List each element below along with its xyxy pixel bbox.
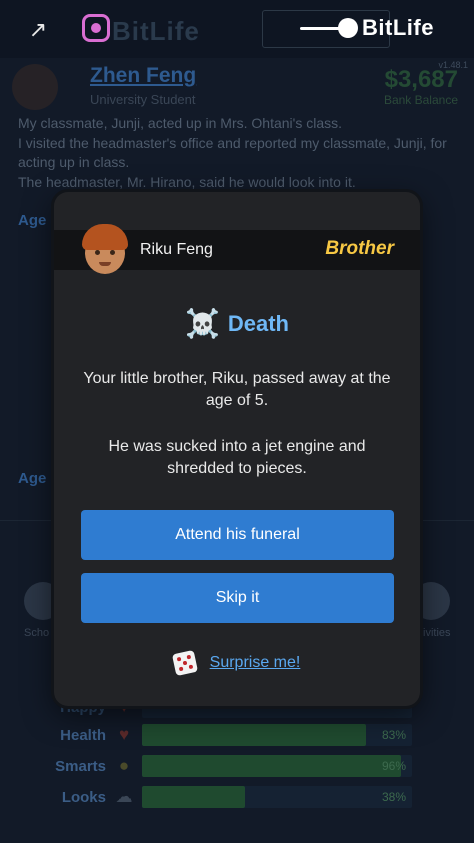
sperm-logo-icon xyxy=(300,14,358,42)
character-avatar xyxy=(12,64,58,110)
dice-icon[interactable] xyxy=(171,649,198,677)
log-line: I visited the headmaster's office and re… xyxy=(18,134,447,171)
character-status: University Student xyxy=(90,92,196,107)
share-icon[interactable]: ↗ xyxy=(22,14,54,46)
brand-logo: BitLife xyxy=(300,14,434,42)
stat-row-smarts: Smarts ● 96% xyxy=(20,755,412,777)
bank-balance: $3,687 xyxy=(384,66,458,93)
event-title-text: Death xyxy=(227,311,289,336)
log-line: My classmate, Junji, acted up in Mrs. Oh… xyxy=(18,115,343,131)
game-screen: ↗ BitLife BitLife v1.48.1 Zhen Feng Univ… xyxy=(0,0,474,843)
stat-label: Health xyxy=(60,726,106,744)
stat-label: Looks xyxy=(61,788,106,806)
surprise-me-row[interactable]: Surprise me! xyxy=(54,649,420,677)
stat-bar: 38% xyxy=(142,786,412,808)
stat-value: 96% xyxy=(381,759,406,773)
stat-value: 83% xyxy=(381,728,406,742)
bank-balance-label: Bank Balance xyxy=(383,93,458,107)
death-event-modal: Riku Feng Brother ☠️ Death Your little b… xyxy=(54,192,420,706)
stat-value: 38% xyxy=(381,790,406,804)
skip-button[interactable]: Skip it xyxy=(81,573,394,623)
stat-bar: 96% xyxy=(142,755,412,777)
instagram-icon[interactable] xyxy=(82,14,110,42)
skull-crossbones-icon: ☠️ xyxy=(185,308,220,339)
activities-label: ivities xyxy=(423,627,451,639)
stat-fill xyxy=(142,724,367,746)
age-heading: Age xyxy=(18,470,47,487)
ghost-logo: BitLife xyxy=(112,16,200,46)
stat-fill xyxy=(142,755,402,777)
stat-row-health: Health ♥ 83% xyxy=(20,724,412,746)
person-name: Riku Feng xyxy=(140,241,213,258)
heart-icon: ♥ xyxy=(118,725,130,744)
cloud-icon: ☁ xyxy=(115,787,133,806)
age-heading: Age xyxy=(18,212,47,229)
stat-bar: 83% xyxy=(142,724,412,746)
surprise-me-link[interactable]: Surprise me! xyxy=(210,654,301,672)
brother-avatar xyxy=(82,224,128,276)
brand-name: BitLife xyxy=(362,15,434,40)
lightbulb-icon: ● xyxy=(118,756,130,775)
top-bar: ↗ BitLife BitLife xyxy=(0,0,474,58)
stat-row-looks: Looks ☁ 38% xyxy=(20,786,412,808)
character-name[interactable]: Zhen Feng xyxy=(90,64,196,88)
event-detail: He was sucked into a jet engine and shre… xyxy=(108,438,366,477)
log-line: The headmaster, Mr. Hirano, said he woul… xyxy=(18,173,356,190)
stat-fill xyxy=(142,786,245,808)
event-message: Your little brother, Riku, passed away a… xyxy=(83,370,391,409)
relationship-type: Brother xyxy=(325,238,394,259)
stat-label: Smarts xyxy=(55,757,106,775)
attend-funeral-button[interactable]: Attend his funeral xyxy=(81,510,394,560)
event-title: ☠️ Death xyxy=(54,308,420,340)
school-label: Scho xyxy=(24,627,50,639)
event-log: My classmate, Junji, acted up in Mrs. Oh… xyxy=(18,114,458,192)
